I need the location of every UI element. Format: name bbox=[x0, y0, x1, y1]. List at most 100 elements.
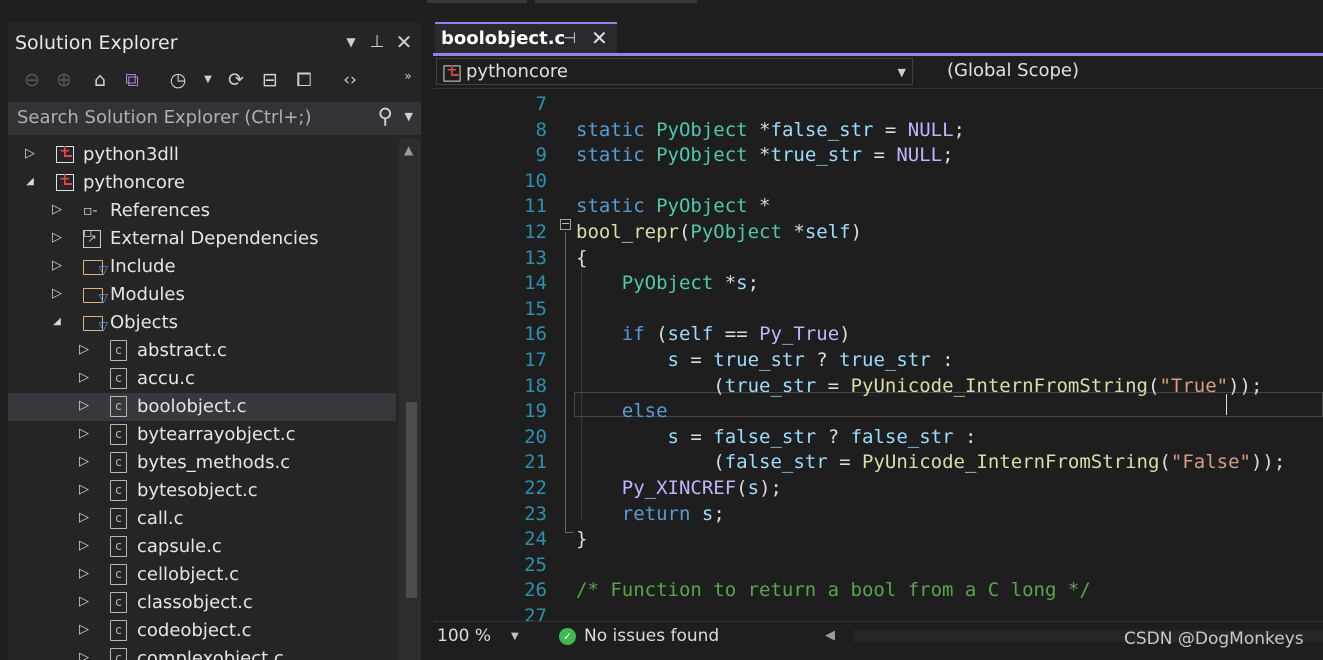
code-editor: boolobject.c ⊣ ✕ pythoncore ▼ (Global Sc… bbox=[433, 22, 1323, 660]
search-options-dropdown-icon[interactable]: ▼ bbox=[405, 110, 413, 123]
scroll-left-icon[interactable]: ◀ bbox=[825, 628, 835, 643]
code-line[interactable]: /* Function to return a bool from a C lo… bbox=[576, 578, 1091, 603]
tree-item[interactable]: ▷ c bytes_methods.c bbox=[8, 449, 396, 477]
search-icon[interactable]: ⚲ bbox=[378, 104, 393, 128]
expand-icon[interactable]: ▷ bbox=[49, 285, 65, 303]
code-line[interactable]: if (self == Py_True) bbox=[576, 322, 851, 347]
expand-icon[interactable]: ▷ bbox=[76, 509, 92, 527]
code-line[interactable]: (false_str = PyUnicode_InternFromString(… bbox=[576, 450, 1285, 475]
expand-icon[interactable]: ▷ bbox=[76, 537, 92, 555]
tree-item[interactable]: ▷ c codeobject.c bbox=[8, 617, 396, 645]
code-token: ; bbox=[747, 272, 760, 295]
tree-vertical-scrollbar[interactable]: ▲ bbox=[399, 139, 421, 660]
sync-icon[interactable]: ⟳ bbox=[222, 66, 250, 94]
chevron-down-icon[interactable]: ▼ bbox=[898, 66, 906, 79]
expand-icon[interactable]: ▷ bbox=[76, 481, 92, 499]
tree-item[interactable]: ◢ Objects bbox=[8, 309, 396, 337]
expand-icon[interactable]: ▷ bbox=[76, 453, 92, 471]
expand-icon[interactable]: ▷ bbox=[49, 257, 65, 275]
expand-icon[interactable]: ▷ bbox=[76, 425, 92, 443]
code-token: ( bbox=[1147, 374, 1160, 397]
code-line[interactable]: s = true_str ? true_str : bbox=[576, 348, 954, 373]
filter-dropdown-icon[interactable]: ▼ bbox=[194, 66, 222, 94]
scope-dropdown[interactable]: (Global Scope) bbox=[917, 58, 1323, 85]
expand-icon[interactable]: ▷ bbox=[76, 565, 92, 583]
scroll-up-icon[interactable]: ▲ bbox=[404, 143, 413, 157]
expand-icon[interactable]: ▷ bbox=[49, 229, 65, 247]
code-token: true_str bbox=[839, 349, 931, 371]
tree-item[interactable]: ▷ ▫-▫ References bbox=[8, 197, 396, 241]
home-icon[interactable]: ⌂ bbox=[86, 66, 114, 94]
code-token: if bbox=[621, 323, 645, 346]
tree-item[interactable]: ▷ c capsule.c bbox=[8, 533, 396, 561]
code-line[interactable]: static PyObject *false_str = NULL; bbox=[576, 118, 965, 143]
tree-item[interactable]: ▷ c bytearrayobject.c bbox=[8, 421, 396, 449]
expand-icon[interactable]: ▷ bbox=[76, 369, 92, 387]
expand-icon[interactable]: ▷ bbox=[76, 341, 92, 359]
pin-icon[interactable]: ⊥ bbox=[366, 30, 388, 54]
tab-label[interactable]: boolobject.c bbox=[441, 28, 565, 49]
c-file-icon: c bbox=[110, 480, 132, 502]
code-line[interactable]: static PyObject *true_str = NULL; bbox=[576, 143, 954, 168]
expand-icon[interactable]: ▷ bbox=[22, 145, 38, 163]
tree-item[interactable]: ▷ c accu.c bbox=[8, 365, 396, 393]
code-line[interactable]: static PyObject * bbox=[576, 194, 771, 219]
expand-icon[interactable]: ▷ bbox=[49, 201, 65, 219]
tree-item[interactable]: ◢ pythoncore bbox=[8, 169, 396, 197]
code-line[interactable]: PyObject *s; bbox=[576, 271, 759, 296]
tab-close-icon[interactable]: ✕ bbox=[591, 26, 608, 50]
tree-item[interactable]: ▷ c call.c bbox=[8, 505, 396, 533]
expand-icon[interactable]: ▷ bbox=[76, 649, 92, 660]
code-line[interactable]: } bbox=[576, 527, 587, 552]
search-input[interactable]: Search Solution Explorer (Ctrl+;) bbox=[17, 107, 312, 128]
tree-item[interactable]: ▷ ↗ External Dependencies bbox=[8, 225, 396, 253]
expand-icon[interactable]: ▷ bbox=[76, 621, 92, 639]
code-line[interactable]: Py_XINCREF(s); bbox=[576, 476, 782, 501]
collapse-icon[interactable]: ◢ bbox=[49, 313, 65, 331]
code-token: == bbox=[713, 323, 760, 346]
code-line[interactable]: else bbox=[576, 399, 668, 424]
expand-icon[interactable]: ▷ bbox=[76, 397, 92, 415]
code-token: ( bbox=[576, 374, 725, 397]
tree-item[interactable]: ▷ c classobject.c bbox=[8, 589, 396, 617]
switch-views-icon[interactable]: ⧉ bbox=[118, 66, 146, 94]
tree-item[interactable]: ▷ Modules bbox=[8, 281, 396, 309]
search-solution-explorer[interactable]: Search Solution Explorer (Ctrl+;) ⚲ ▼ bbox=[8, 102, 421, 135]
code-line[interactable]: (true_str = PyUnicode_InternFromString("… bbox=[576, 374, 1262, 399]
pending-changes-filter-icon[interactable]: ◷ bbox=[164, 66, 192, 94]
code-token: ; bbox=[713, 502, 725, 525]
forward-icon[interactable]: ⊕ bbox=[50, 66, 78, 94]
tree-item[interactable]: ▷ python3dll bbox=[8, 141, 396, 169]
expand-icon[interactable]: ▷ bbox=[76, 593, 92, 611]
toolbar-overflow-icon[interactable]: » bbox=[400, 62, 416, 90]
code-area[interactable]: − 7 8 static PyObject *false_str = NULL; 9 s… bbox=[433, 89, 1323, 621]
tab-pin-icon[interactable]: ⊣ bbox=[563, 29, 576, 47]
collapse-all-icon[interactable]: ⊟ bbox=[256, 66, 284, 94]
tree-item[interactable]: ▷ c complexobject.c bbox=[8, 645, 396, 660]
collapse-icon[interactable]: ◢ bbox=[22, 173, 38, 191]
zoom-level[interactable]: 100 % bbox=[437, 626, 491, 646]
code-line[interactable]: return s; bbox=[576, 502, 725, 527]
code-line[interactable]: bool_repr(PyObject *self) bbox=[576, 220, 862, 245]
window-position-dropdown-icon[interactable]: ▼ bbox=[340, 30, 362, 54]
code-token: static bbox=[576, 195, 645, 218]
code-line[interactable]: s = false_str ? false_str : bbox=[576, 425, 977, 450]
back-icon[interactable]: ⊖ bbox=[18, 66, 46, 94]
tree-item[interactable]: ▷ Include bbox=[8, 253, 396, 281]
tree-item[interactable]: ▷ c bytesobject.c bbox=[8, 477, 396, 505]
zoom-dropdown-icon[interactable]: ▼ bbox=[511, 631, 519, 642]
close-icon[interactable]: ✕ bbox=[393, 30, 415, 54]
tree-item[interactable]: ▷ c boolobject.c bbox=[8, 393, 396, 421]
project-dropdown[interactable]: pythoncore ▼ bbox=[436, 58, 913, 85]
code-token: PyObject bbox=[656, 118, 748, 141]
tree-item[interactable]: ▷ c cellobject.c bbox=[8, 561, 396, 589]
tree-item[interactable]: ▷ c abstract.c bbox=[8, 337, 396, 365]
panel-splitter[interactable] bbox=[421, 22, 433, 660]
scrollbar-thumb[interactable] bbox=[406, 402, 417, 598]
tab-boolobject-c[interactable]: boolobject.c ⊣ ✕ bbox=[435, 22, 617, 53]
code-line[interactable]: { bbox=[576, 246, 587, 271]
collapse-block-icon[interactable]: − bbox=[560, 218, 571, 230]
view-code-icon[interactable]: ‹› bbox=[336, 66, 364, 94]
issues-status[interactable]: No issues found bbox=[584, 626, 719, 646]
show-all-files-icon[interactable]: ⧠ bbox=[290, 66, 318, 94]
